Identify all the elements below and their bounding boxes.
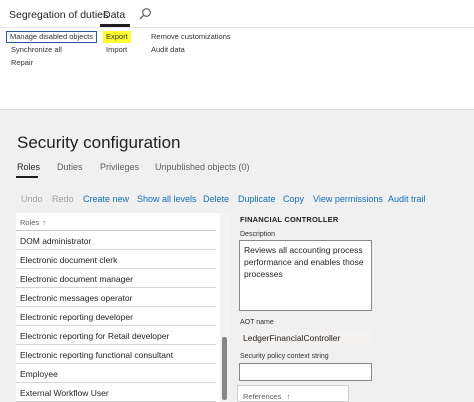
table-row[interactable]: Employee [16,364,216,383]
role-section-title: FINANCIAL CONTROLLER [240,215,339,224]
security-policy-label: Security policy context string [240,353,329,360]
repair-button[interactable]: Repair [11,58,33,68]
roles-grid: Roles ↑ DOM administrator Electronic docu… [16,213,230,402]
import-button[interactable]: Import [106,45,127,55]
ribbon: Segregation of duties Data Manage disabl… [0,0,474,110]
roles-header-label: Roles [20,218,40,227]
show-all-levels-button[interactable]: Show all levels [137,194,197,204]
page-title: Security configuration [17,133,181,152]
description-field[interactable]: Reviews all accounting process performan… [239,240,372,311]
tab-segregation-of-duties[interactable]: Segregation of duties [9,9,108,21]
sort-ascending-icon: ↑ [42,218,46,227]
sort-ascending-icon: ↑ [286,392,291,401]
grid-scrollbar-thumb[interactable] [222,337,227,400]
table-row[interactable]: Electronic reporting developer [16,307,216,326]
security-policy-field[interactable] [239,363,372,381]
table-row[interactable]: Electronic messages operator [16,288,216,307]
aot-name-label: AOT name [240,319,274,326]
table-row[interactable]: DOM administrator [16,231,216,250]
copy-button[interactable]: Copy [283,194,304,204]
export-button[interactable]: Export [103,31,131,43]
delete-button[interactable]: Delete [203,194,229,204]
remove-customizations-button[interactable]: Remove customizations [151,32,231,42]
manage-disabled-objects-button[interactable]: Manage disabled objects [6,31,97,43]
references-panel[interactable]: References ↑ [237,385,349,402]
table-row[interactable]: Electronic document manager [16,269,216,288]
active-tab-underline [16,176,38,178]
table-row[interactable]: Electronic document clerk [16,250,216,269]
audit-data-button[interactable]: Audit data [151,45,185,55]
roles-column-header[interactable]: Roles ↑ [16,213,216,231]
tab-unpublished-objects[interactable]: Unpublished objects (0) [155,162,250,172]
table-row[interactable]: Electronic reporting functional consulta… [16,345,216,364]
undo-button[interactable]: Undo [21,194,43,204]
tab-roles[interactable]: Roles [17,162,40,172]
synchronize-all-button[interactable]: Synchronize all [11,45,62,55]
tab-data[interactable]: Data [103,9,125,21]
tab-privileges[interactable]: Privileges [100,162,139,172]
tab-duties[interactable]: Duties [57,162,83,172]
references-label: References [243,392,282,401]
aot-name-field: LedgerFinancialController [239,330,372,346]
duplicate-button[interactable]: Duplicate [238,194,276,204]
description-label: Description [240,231,276,238]
table-row[interactable]: External Workflow User [16,383,216,402]
create-new-button[interactable]: Create new [83,194,129,204]
search-icon[interactable] [138,7,152,21]
view-permissions-button[interactable]: View permissions [313,194,383,204]
audit-trail-button[interactable]: Audit trail [388,194,426,204]
active-tab-indicator [100,24,130,27]
table-row[interactable]: Electronic reporting for Retail develope… [16,326,216,345]
ribbon-tab-bar: Segregation of duties Data [0,0,474,28]
redo-button[interactable]: Redo [52,194,74,204]
